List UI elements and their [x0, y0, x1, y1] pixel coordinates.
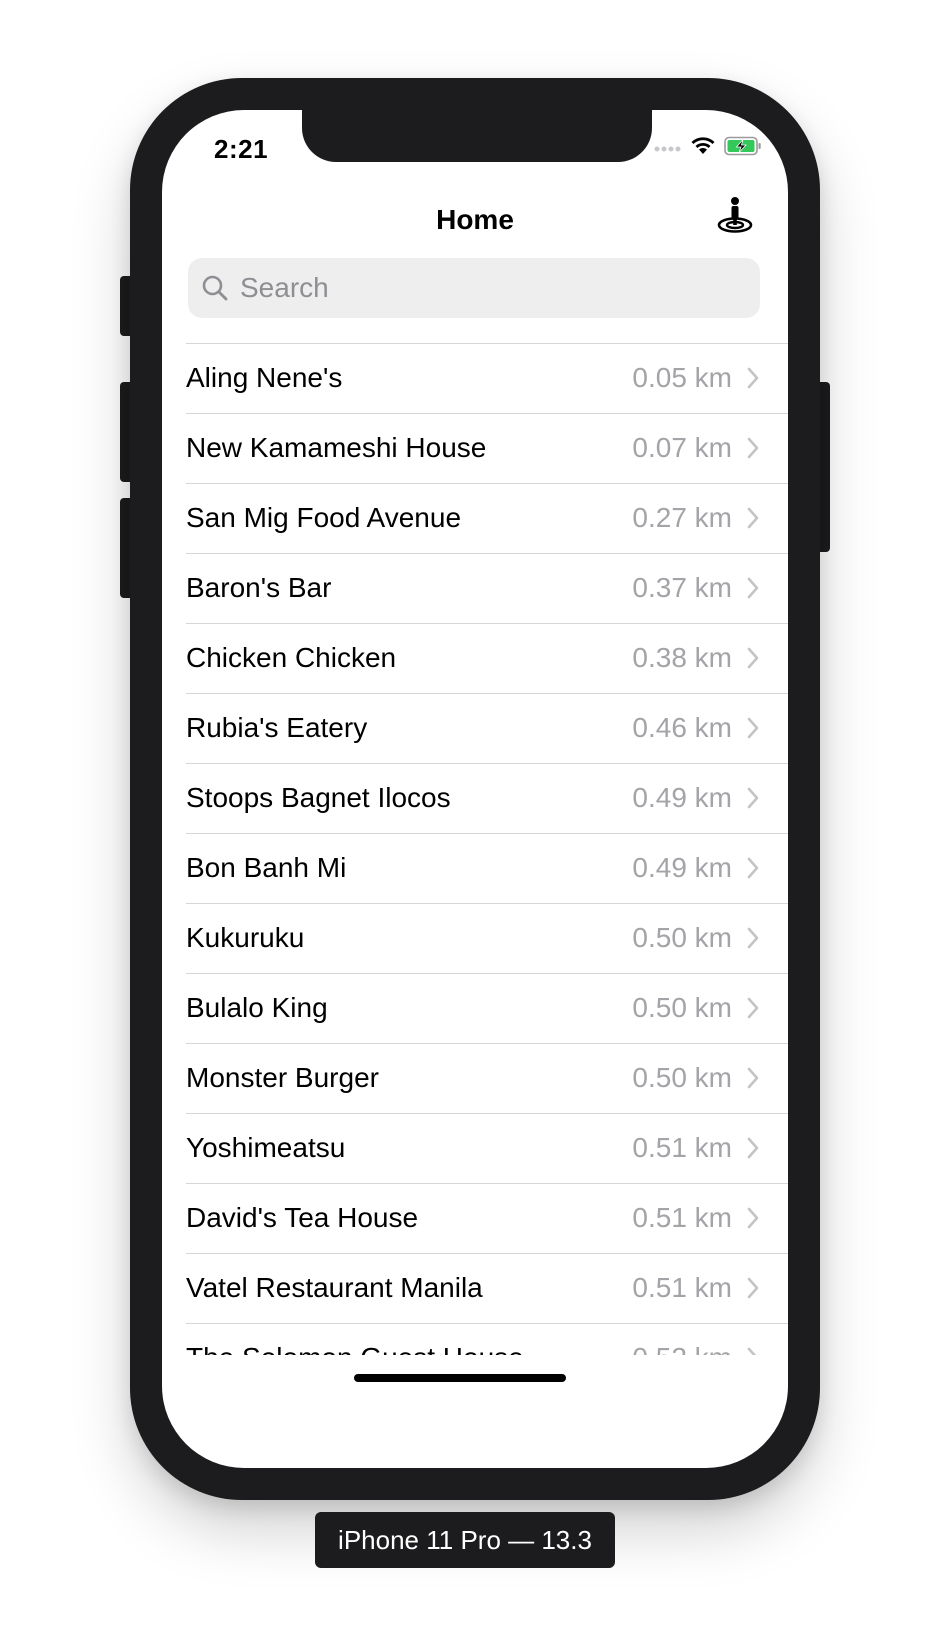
list-item[interactable]: Baron's Bar 0.37 km: [162, 553, 788, 623]
chevron-right-icon: [746, 787, 760, 809]
place-distance: 0.52 km: [632, 1342, 732, 1355]
place-distance: 0.51 km: [632, 1132, 732, 1163]
signal-dots-icon: [654, 140, 682, 158]
place-name: The Solomon Guest House: [186, 1342, 632, 1355]
place-name: Vatel Restaurant Manila: [186, 1272, 483, 1303]
list-item[interactable]: David's Tea House 0.51 km: [162, 1183, 788, 1253]
list-item[interactable]: Monster Burger 0.50 km: [162, 1043, 788, 1113]
place-distance: 0.50 km: [632, 1062, 732, 1093]
place-name: Rubia's Eatery: [186, 712, 368, 743]
location-button[interactable]: [712, 194, 758, 240]
chevron-right-icon: [746, 997, 760, 1019]
chevron-right-icon: [746, 507, 760, 529]
place-distance: 0.05 km: [632, 362, 732, 393]
places-list: Aling Nene's 0.05 km New Kamameshi House 0.…: [162, 343, 788, 1355]
place-distance: 0.49 km: [632, 852, 732, 883]
device-screen: 2:21 Home Search Aling Nene's 0.05 km Ne…: [162, 110, 788, 1468]
place-name: Monster Burger: [186, 1062, 379, 1093]
home-indicator[interactable]: [354, 1374, 566, 1382]
list-item[interactable]: Chicken Chicken 0.38 km: [162, 623, 788, 693]
list-item[interactable]: Bulalo King 0.50 km: [162, 973, 788, 1043]
place-name: New Kamameshi House: [186, 432, 487, 463]
wifi-icon: [690, 136, 716, 161]
chevron-right-icon: [746, 857, 760, 879]
chevron-right-icon: [746, 1277, 760, 1299]
list-item[interactable]: The Solomon Guest House0.52 km: [162, 1323, 788, 1355]
chevron-right-icon: [746, 437, 760, 459]
place-distance: 0.27 km: [632, 502, 732, 533]
place-name: Chicken Chicken: [186, 642, 397, 673]
notch: [302, 110, 652, 162]
place-distance: 0.50 km: [632, 922, 732, 953]
chevron-right-icon: [746, 1137, 760, 1159]
list-item[interactable]: Stoops Bagnet Ilocos 0.49 km: [162, 763, 788, 833]
place-distance: 0.07 km: [632, 432, 732, 463]
battery-charging-icon: [724, 136, 762, 161]
chevron-right-icon: [746, 1067, 760, 1089]
place-name: David's Tea House: [186, 1202, 419, 1233]
place-distance: 0.37 km: [632, 572, 732, 603]
list-item[interactable]: Rubia's Eatery 0.46 km: [162, 693, 788, 763]
location-person-icon: [715, 195, 755, 240]
chevron-right-icon: [746, 577, 760, 599]
chevron-right-icon: [746, 1347, 760, 1355]
list-item[interactable]: Bon Banh Mi 0.49 km: [162, 833, 788, 903]
place-distance: 0.46 km: [632, 712, 732, 743]
place-name: Baron's Bar: [186, 572, 332, 603]
place-name: San Mig Food Avenue: [186, 502, 462, 533]
place-name: Aling Nene's: [186, 362, 343, 393]
search-bar[interactable]: [188, 258, 760, 318]
place-distance: 0.49 km: [632, 782, 732, 813]
status-icons: [654, 136, 762, 161]
place-name: Stoops Bagnet Ilocos: [186, 782, 451, 813]
chevron-right-icon: [746, 717, 760, 739]
place-name: Yoshimeatsu: [186, 1132, 346, 1163]
search-input[interactable]: [240, 272, 760, 304]
chevron-right-icon: [746, 647, 760, 669]
list-item[interactable]: Yoshimeatsu 0.51 km: [162, 1113, 788, 1183]
place-distance: 0.50 km: [632, 992, 732, 1023]
status-time: 2:21: [214, 134, 269, 164]
place-name: Kukuruku: [186, 922, 305, 953]
place-name: Bon Banh Mi: [186, 852, 347, 883]
list-item[interactable]: San Mig Food Avenue 0.27 km: [162, 483, 788, 553]
place-distance: 0.51 km: [632, 1202, 732, 1233]
list-item[interactable]: Vatel Restaurant Manila 0.51 km: [162, 1253, 788, 1323]
place-name: Bulalo King: [186, 992, 328, 1023]
place-distance: 0.38 km: [632, 642, 732, 673]
chevron-right-icon: [746, 367, 760, 389]
chevron-right-icon: [746, 927, 760, 949]
list-item[interactable]: New Kamameshi House 0.07 km: [162, 413, 788, 483]
list-item[interactable]: Aling Nene's 0.05 km: [162, 343, 788, 413]
chevron-right-icon: [746, 1207, 760, 1229]
search-icon: [200, 273, 230, 303]
list-item[interactable]: Kukuruku 0.50 km: [162, 903, 788, 973]
simulator-stage: 2:21 Home Search Aling Nene's 0.05 km Ne…: [0, 0, 948, 1648]
page-title: Home: [436, 204, 514, 235]
place-distance: 0.51 km: [632, 1272, 732, 1303]
device-label: iPhone 11 Pro — 13.3: [315, 1512, 615, 1568]
